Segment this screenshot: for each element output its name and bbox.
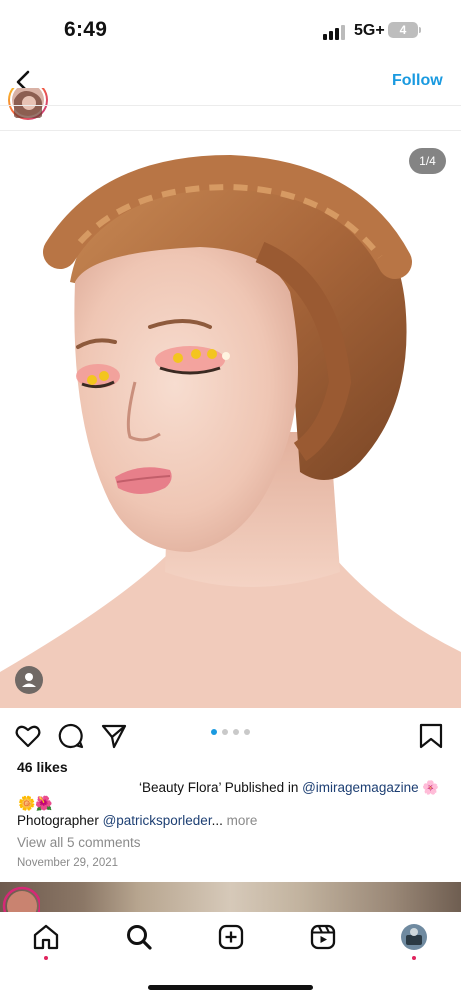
caption-text: Photographer bbox=[17, 813, 103, 828]
share-icon[interactable] bbox=[100, 722, 128, 750]
home-icon[interactable] bbox=[31, 922, 61, 952]
more-link[interactable]: more bbox=[223, 813, 258, 828]
follow-button[interactable]: Follow bbox=[392, 72, 443, 90]
image-counter: 1/4 bbox=[409, 148, 446, 174]
next-post-avatar bbox=[2, 886, 42, 912]
caption-emoji: 🌼🌺 bbox=[18, 795, 53, 811]
caption-line: Photographer @patricksporleder... more bbox=[17, 813, 257, 828]
battery-icon: 4 bbox=[388, 22, 418, 38]
battery-tip bbox=[419, 27, 421, 33]
post-image[interactable] bbox=[0, 132, 461, 708]
bookmark-icon[interactable] bbox=[417, 722, 445, 750]
home-notification-dot bbox=[44, 956, 48, 960]
home-indicator[interactable] bbox=[148, 985, 313, 990]
heart-icon[interactable] bbox=[14, 722, 42, 750]
create-icon[interactable] bbox=[216, 922, 246, 952]
header-divider-2 bbox=[0, 130, 461, 131]
caption-line: ‘Beauty Flora’ Published in @imiragemaga… bbox=[139, 780, 439, 796]
magazine-mention-link[interactable]: @imiragemagazine bbox=[302, 780, 419, 795]
status-time: 6:49 bbox=[64, 18, 108, 41]
caption-ellipsis: ... bbox=[211, 813, 223, 828]
signal-icon bbox=[323, 24, 345, 40]
flower-emoji: 🌸 bbox=[422, 780, 440, 795]
caption-text: ‘Beauty Flora’ Published in bbox=[139, 780, 303, 795]
profile-notification-dot bbox=[412, 956, 416, 960]
likes-count[interactable]: 46 likes bbox=[17, 759, 68, 775]
user-tags-button[interactable] bbox=[15, 666, 43, 694]
reels-icon[interactable] bbox=[308, 922, 338, 952]
post-date: November 29, 2021 bbox=[17, 857, 119, 869]
search-icon[interactable] bbox=[124, 922, 154, 952]
profile-avatar[interactable] bbox=[400, 923, 428, 951]
network-label: 5G+ bbox=[354, 22, 385, 39]
view-comments-link[interactable]: View all 5 comments bbox=[17, 835, 141, 850]
header-divider bbox=[0, 105, 461, 106]
person-icon bbox=[22, 673, 36, 687]
comment-icon[interactable] bbox=[57, 722, 85, 750]
photographer-mention-link[interactable]: @patricksporleder bbox=[103, 813, 212, 828]
next-post-image[interactable] bbox=[0, 882, 461, 912]
